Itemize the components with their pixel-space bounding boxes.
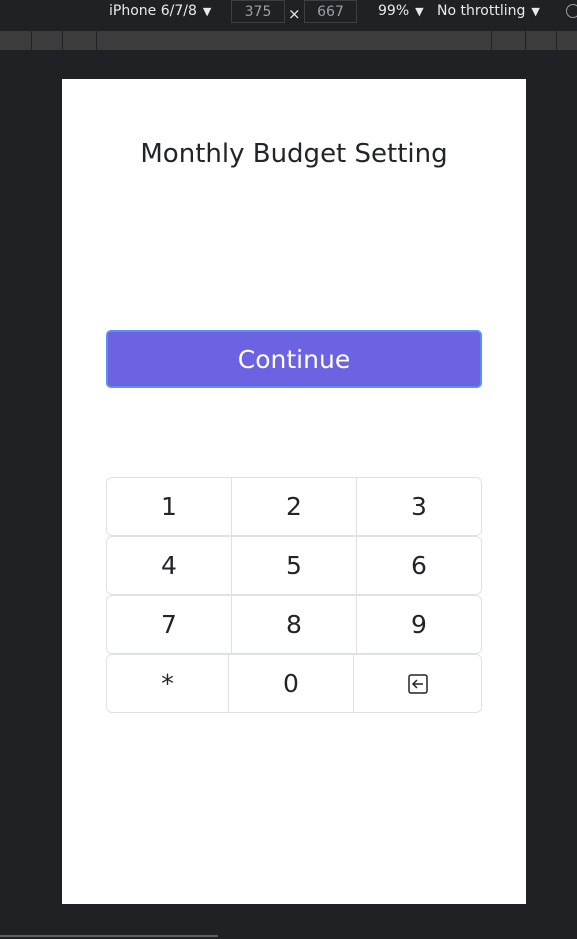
device-toolbar: iPhone 6/7/8 ▼ × 99% ▼ No throttling ▼ [0,0,577,26]
key-9[interactable]: 9 [357,596,481,653]
key-8[interactable]: 8 [232,596,357,653]
backspace-icon [407,673,428,694]
media-query-ruler [0,31,577,50]
keypad-row: * 0 [106,654,482,713]
key-4[interactable]: 4 [107,537,232,594]
keypad-row: 7 8 9 [106,595,482,654]
ruler-segment[interactable] [32,31,63,50]
throttling-select[interactable]: No throttling ▼ [437,3,540,19]
zoom-select[interactable]: 99% ▼ [378,3,424,19]
ruler-segment[interactable] [492,31,526,50]
status-divider [0,935,218,937]
device-viewport: Monthly Budget Setting Continue 1 2 3 4 … [62,79,526,904]
dropdown-caret-icon: ▼ [531,4,540,18]
key-0[interactable]: 0 [229,655,354,712]
key-3[interactable]: 3 [357,478,481,535]
device-name: iPhone 6/7/8 [109,3,197,19]
key-5[interactable]: 5 [232,537,357,594]
zoom-value: 99% [378,3,410,19]
backspace-key[interactable] [354,655,481,712]
key-asterisk[interactable]: * [107,655,229,712]
number-keypad: 1 2 3 4 5 6 7 8 9 * 0 [106,477,482,713]
page-title: Monthly Budget Setting [140,139,448,169]
width-input[interactable] [231,0,285,23]
key-1[interactable]: 1 [107,478,232,535]
ruler-segment[interactable] [63,31,97,50]
dropdown-caret-icon: ▼ [415,4,424,18]
keypad-row: 1 2 3 [106,477,482,536]
height-input[interactable] [304,0,357,23]
ruler-segment[interactable] [0,31,32,50]
key-2[interactable]: 2 [232,478,357,535]
key-7[interactable]: 7 [107,596,232,653]
keypad-row: 4 5 6 [106,536,482,595]
ruler-segment[interactable] [97,31,492,50]
dimension-separator: × [288,5,301,23]
rotate-icon[interactable] [566,4,577,18]
device-select[interactable]: iPhone 6/7/8 ▼ [109,3,211,19]
key-6[interactable]: 6 [357,537,481,594]
ruler-segment[interactable] [526,31,557,50]
throttling-value: No throttling [437,3,526,19]
continue-button[interactable]: Continue [106,330,482,388]
dropdown-caret-icon: ▼ [202,4,212,18]
